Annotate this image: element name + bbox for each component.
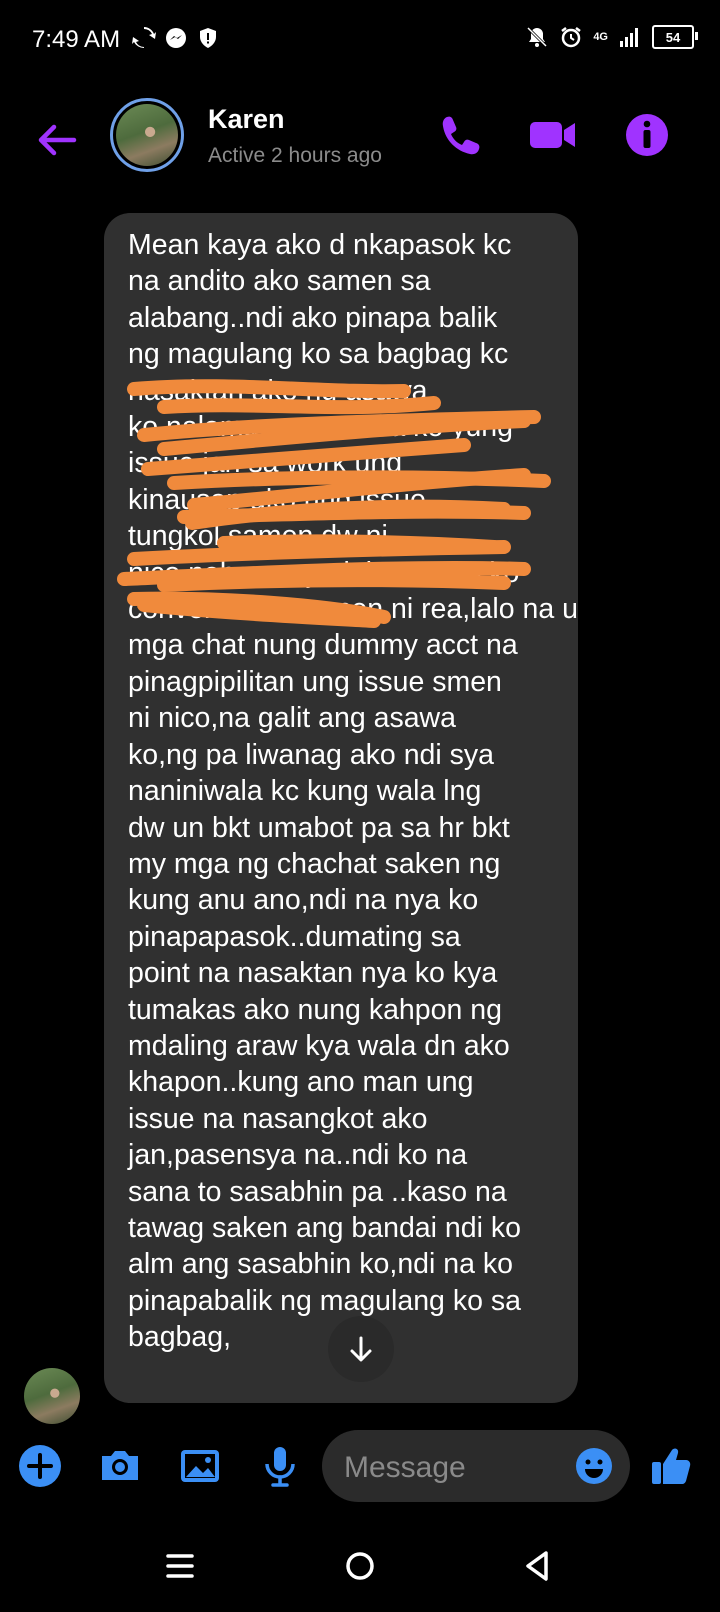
message-line: ni nico,na galit ang asawa xyxy=(128,702,456,735)
status-time: 7:49 AM xyxy=(32,26,121,53)
emoji-icon[interactable] xyxy=(574,1446,614,1486)
contact-avatar[interactable] xyxy=(110,98,184,172)
message-line: pinapabalik ng magulang ko sa xyxy=(128,1284,521,1317)
message-line: dw un bkt umabot pa sa hr bkt xyxy=(128,811,510,844)
microphone-icon[interactable] xyxy=(256,1442,304,1490)
message-line: ko,ng pa liwanag ako ndi sya xyxy=(128,738,494,771)
message-line: issue na nasangkot ako xyxy=(128,1102,428,1135)
message-line: pinagpipilitan ung issue smen xyxy=(128,665,502,698)
composer: Message xyxy=(0,1418,720,1518)
message-line: kung anu ano,ndi na nya ko xyxy=(128,884,479,917)
message-line: tumakas ako nung kahpon ng xyxy=(128,993,502,1026)
shield-icon xyxy=(200,28,216,48)
plus-icon[interactable] xyxy=(16,1442,64,1490)
sync-icon xyxy=(132,27,156,49)
message-line: khapon..kung ano man ung xyxy=(128,1066,474,1099)
scroll-to-bottom-button[interactable] xyxy=(328,1316,394,1382)
home-icon[interactable] xyxy=(340,1546,380,1586)
sender-avatar[interactable] xyxy=(24,1368,80,1424)
thumbs-up-icon[interactable] xyxy=(648,1442,696,1490)
messenger-icon xyxy=(166,28,186,48)
mute-icon xyxy=(527,26,548,48)
status-icons-right: 4G 54 xyxy=(525,25,698,49)
camera-icon[interactable] xyxy=(96,1442,144,1490)
message-line: point na nasaktan nya ko kya xyxy=(128,957,498,990)
message-input[interactable]: Message xyxy=(322,1430,630,1502)
redaction-scribble xyxy=(117,379,551,628)
message-line: my mga ng chachat saken ng xyxy=(128,847,501,880)
phone-call-icon[interactable] xyxy=(436,110,486,160)
chat-header: Karen Active 2 hours ago xyxy=(0,90,720,190)
message-line: pinapapasok..dumating sa xyxy=(128,920,461,953)
back-icon[interactable] xyxy=(518,1546,558,1586)
alarm-icon xyxy=(561,27,582,48)
recents-icon[interactable] xyxy=(160,1546,200,1586)
message-line: tawag saken ang bandai ndi ko xyxy=(128,1211,521,1244)
signal-icon xyxy=(620,28,638,47)
gallery-icon[interactable] xyxy=(176,1442,224,1490)
message-line: sana to sasabhin pa ..kaso na xyxy=(128,1175,507,1208)
message-line: alm ang sasabhin ko,ndi na ko xyxy=(128,1248,514,1281)
status-icons-left xyxy=(132,26,220,50)
video-call-icon[interactable] xyxy=(528,110,578,160)
avatar-image xyxy=(116,104,178,166)
arrow-down-icon xyxy=(350,1336,372,1362)
system-nav-bar xyxy=(0,1520,720,1612)
contact-status: Active 2 hours ago xyxy=(208,144,382,167)
message-line: jan,pasensya na..ndi ko na xyxy=(128,1139,468,1172)
contact-name[interactable]: Karen xyxy=(208,104,285,135)
message-line: naniniwala kc kung wala lng xyxy=(128,775,482,808)
message-placeholder: Message xyxy=(344,1451,466,1484)
status-bar: 7:49 AM 4G 54 xyxy=(0,0,720,80)
battery-icon: 54 xyxy=(652,25,698,49)
info-icon[interactable] xyxy=(622,110,672,160)
message-line: mdaling araw kya wala dn ako xyxy=(128,1029,510,1062)
message-bubble[interactable]: Mean kaya ako d nkapasok kc na andito ak… xyxy=(104,213,578,1403)
network-type: 4G xyxy=(593,30,608,43)
back-arrow-icon[interactable] xyxy=(34,118,78,162)
